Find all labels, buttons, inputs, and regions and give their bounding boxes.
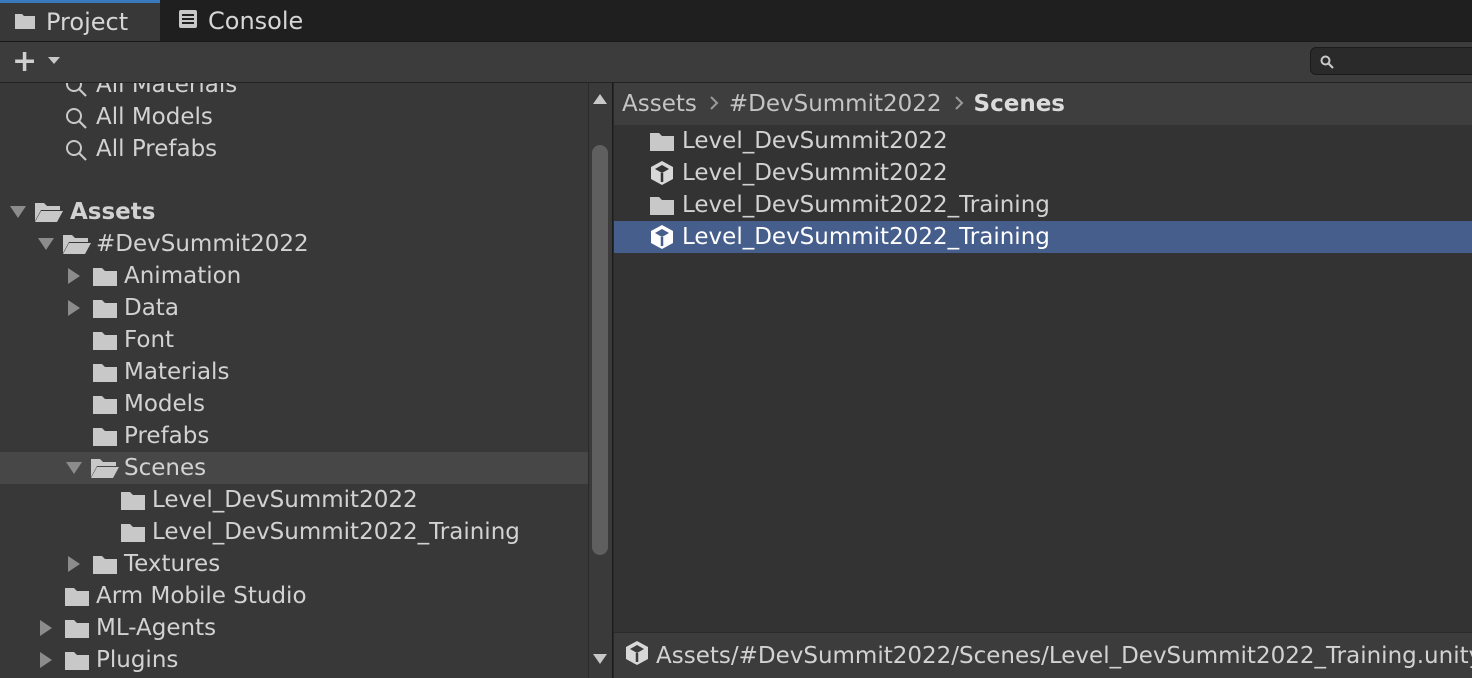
search-input[interactable]: [1310, 47, 1472, 75]
folder-open-icon: [62, 233, 92, 261]
list-item[interactable]: Level_DevSummit2022_Training: [614, 189, 1472, 221]
chevron-right-icon: [954, 92, 964, 117]
tree-item-label: Models: [124, 391, 206, 417]
breadcrumb-assets[interactable]: Assets: [622, 91, 697, 117]
tab-project[interactable]: Project: [0, 0, 160, 41]
tree-item-font[interactable]: Font: [0, 324, 588, 356]
list-item-label: Level_DevSummit2022_Training: [682, 192, 1050, 218]
tree-item-label: All Materials: [96, 83, 238, 98]
scroll-down-icon[interactable]: [593, 654, 607, 664]
tree-item-label: Animation: [124, 263, 242, 289]
scroll-up-icon[interactable]: [593, 94, 607, 104]
list-item[interactable]: Level_DevSummit2022: [614, 157, 1472, 189]
tree-item-label: Materials: [124, 359, 230, 385]
expand-arrow-icon[interactable]: [66, 462, 82, 474]
tree-item-materials[interactable]: Materials: [0, 356, 588, 388]
expand-arrow-icon[interactable]: [68, 556, 80, 572]
list-item-label: Level_DevSummit2022: [682, 160, 948, 186]
breadcrumb-devsummit2022[interactable]: #DevSummit2022: [729, 91, 942, 117]
unity-scene-icon: [624, 640, 650, 672]
folder-icon: [649, 130, 675, 158]
folder-icon: [120, 489, 146, 517]
expand-arrow-icon[interactable]: [38, 238, 54, 250]
folder-icon: [92, 297, 118, 325]
chevron-down-icon[interactable]: [48, 57, 60, 64]
tree-item-all-models[interactable]: All Models: [0, 101, 588, 133]
list-item[interactable]: Level_DevSummit2022: [614, 125, 1472, 157]
folder-icon: [92, 361, 118, 389]
tree-item-label: Prefabs: [124, 423, 210, 449]
toolbar: [0, 42, 1472, 83]
tree-item-level-devsummit2022[interactable]: Level_DevSummit2022: [0, 484, 588, 516]
folder-icon: [64, 649, 90, 677]
tree-item-label: Plugins: [96, 647, 179, 673]
tree-item-label: Font: [124, 327, 175, 353]
status-path: Assets/#DevSummit2022/Scenes/Level_DevSu…: [656, 642, 1472, 669]
tree-item-label: ML-Agents: [96, 615, 217, 641]
folder-open-icon: [90, 457, 120, 485]
folder-icon: [92, 393, 118, 421]
chevron-right-icon: [709, 92, 719, 117]
tree-item-all-materials[interactable]: All Materials: [0, 83, 588, 101]
tree-item-scenes[interactable]: Scenes: [0, 452, 588, 484]
status-bar: Assets/#DevSummit2022/Scenes/Level_DevSu…: [614, 632, 1472, 678]
folder-icon: [92, 329, 118, 357]
list-item-label: Level_DevSummit2022: [682, 128, 948, 154]
scrollbar-thumb[interactable]: [592, 145, 608, 555]
tree-item-textures[interactable]: Textures: [0, 548, 588, 580]
folder-tree: All Materials All Models All Prefabs Ass…: [0, 83, 588, 678]
folder-open-icon: [34, 201, 64, 229]
folder-icon: [649, 194, 675, 222]
breadcrumb-scenes[interactable]: Scenes: [974, 91, 1065, 117]
tree-item-arm-mobile-studio[interactable]: Arm Mobile Studio: [0, 580, 588, 612]
folder-icon: [14, 8, 36, 36]
tab-console[interactable]: Console: [178, 0, 303, 41]
tree-item-label: Data: [124, 295, 179, 321]
tab-project-label: Project: [46, 8, 129, 36]
tree-item-label: Textures: [124, 551, 221, 577]
tree-item-label: All Models: [96, 104, 213, 130]
tree-item-plugins[interactable]: Plugins: [0, 644, 588, 676]
add-button[interactable]: +: [12, 47, 37, 77]
tree-item-label: Level_DevSummit2022: [152, 487, 418, 513]
tree-item-models[interactable]: Models: [0, 388, 588, 420]
tree-item-prefabs[interactable]: Prefabs: [0, 420, 588, 452]
tree-item-all-prefabs[interactable]: All Prefabs: [0, 133, 588, 165]
tree-item-label: Level_DevSummit2022_Training: [152, 519, 520, 545]
tree-item-assets[interactable]: Assets: [0, 196, 588, 228]
folder-icon: [64, 617, 90, 645]
expand-arrow-icon[interactable]: [10, 206, 26, 218]
tree-item-level-devsummit2022-training[interactable]: Level_DevSummit2022_Training: [0, 516, 588, 548]
search-icon: [64, 138, 88, 168]
breadcrumb: Assets #DevSummit2022 Scenes: [614, 83, 1472, 125]
expand-arrow-icon[interactable]: [40, 620, 52, 636]
folder-icon: [64, 585, 90, 613]
expand-arrow-icon[interactable]: [68, 268, 80, 284]
search-icon: [1320, 54, 1334, 73]
tab-console-label: Console: [208, 6, 304, 35]
list-item-label: Level_DevSummit2022_Training: [682, 224, 1050, 250]
expand-arrow-icon[interactable]: [40, 652, 52, 668]
folder-icon: [92, 265, 118, 293]
tree-item-animation[interactable]: Animation: [0, 260, 588, 292]
expand-arrow-icon[interactable]: [68, 300, 80, 316]
tree-item-data[interactable]: Data: [0, 292, 588, 324]
tree-item-label: Scenes: [124, 455, 207, 481]
folder-icon: [92, 425, 118, 453]
tree-item-label: All Prefabs: [96, 136, 218, 162]
tree-item-devsummit2022[interactable]: #DevSummit2022: [0, 228, 588, 260]
unity-scene-icon: [649, 225, 675, 256]
folder-icon: [120, 521, 146, 549]
console-icon: [178, 7, 198, 35]
tree-item-label: Arm Mobile Studio: [96, 583, 307, 609]
tree-item-label: Assets: [70, 199, 156, 225]
tree-item-label: #DevSummit2022: [96, 231, 309, 257]
search-icon: [64, 106, 88, 136]
unity-scene-icon: [649, 161, 675, 192]
list-item-selected[interactable]: Level_DevSummit2022_Training: [614, 221, 1472, 253]
tree-item-ml-agents[interactable]: ML-Agents: [0, 612, 588, 644]
folder-icon: [92, 553, 118, 581]
